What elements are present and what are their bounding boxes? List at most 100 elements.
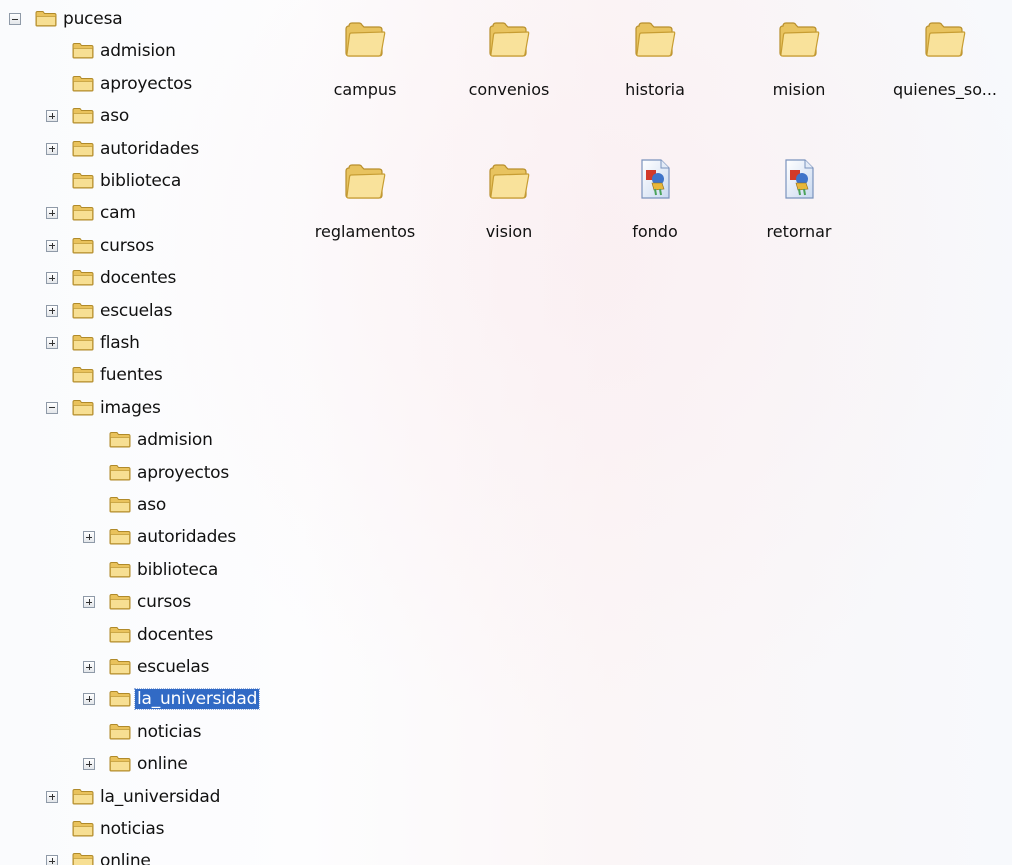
tree-item[interactable]: online [0,847,300,865]
tree-item[interactable]: cursos [0,588,300,616]
tree-item-label: cursos [137,592,192,613]
folder-icon [109,658,131,675]
folder-icon [777,20,821,64]
tree-item[interactable]: autoridades [0,523,300,551]
file-label: quienes_so... [892,80,997,99]
tree-item-label: images [100,397,161,418]
expand-icon[interactable] [83,693,95,706]
folder-icon [487,20,531,64]
tree-item[interactable]: aso [0,102,300,130]
tree-item[interactable]: cursos [0,232,300,260]
folder-icon [109,528,131,545]
expand-icon[interactable] [83,758,95,771]
tree-item-label: la_universidad [133,688,261,711]
tree-item-label: aso [137,495,167,515]
tree-item-label: escuelas [137,657,210,677]
collapse-icon[interactable] [46,401,58,414]
expand-icon[interactable] [46,207,58,220]
expand-icon[interactable] [83,596,95,609]
folder-icon [72,237,94,254]
tree-item[interactable]: biblioteca [0,167,300,195]
tree-item[interactable]: images [0,394,300,422]
folder-icon [109,561,131,578]
tree-item-label: admision [100,41,176,62]
tree-item[interactable]: docentes [0,621,300,649]
folder-icon [109,755,131,772]
tree-item-label: docentes [100,268,177,289]
file-label: vision [485,222,533,241]
file-label: convenios [468,80,550,99]
tree-item-label: cursos [100,235,155,256]
tree-item[interactable]: la_universidad [0,685,300,713]
file-label: campus [333,80,397,99]
tree-item-label: noticias [137,721,202,742]
expand-icon[interactable] [46,142,58,155]
tree-item-label: aproyectos [137,462,230,483]
tree-item-label: pucesa [63,9,123,29]
tree-item[interactable]: online [0,750,300,778]
tree-item[interactable]: aproyectos [0,459,300,487]
expand-icon[interactable] [46,110,58,123]
folder-icon [343,20,387,64]
folder-item[interactable]: vision [444,150,574,260]
folder-icon [487,162,531,206]
tree-item[interactable]: biblioteca [0,556,300,584]
expand-icon[interactable] [46,337,58,349]
expand-icon[interactable] [46,304,58,317]
folder-icon [72,204,94,221]
folder-icon [35,10,57,27]
folder-icon [72,852,94,865]
file-label: reglamentos [314,222,416,241]
tree-item-label: fuentes [100,365,163,386]
expand-icon[interactable] [46,790,58,803]
folder-icon [72,75,94,92]
folder-icon [109,690,131,707]
folder-icon [633,20,677,64]
tree-item[interactable]: escuelas [0,653,300,681]
tree-item[interactable]: noticias [0,815,300,843]
tree-item[interactable]: la_universidad [0,783,300,811]
image-file-item[interactable]: retornar [734,150,864,260]
folder-item[interactable]: quienes_so... [880,8,1010,118]
tree-item-label: noticias [100,819,165,839]
collapse-icon[interactable] [9,13,21,25]
tree-item[interactable]: pucesa [0,5,300,33]
tree-item[interactable]: admision [0,37,300,65]
expand-icon[interactable] [83,531,95,544]
tree-item[interactable]: autoridades [0,135,300,163]
tree-item[interactable]: aso [0,491,300,519]
folder-item[interactable]: convenios [444,8,574,118]
folder-icon [72,172,94,189]
file-label: retornar [766,222,832,241]
image-file-icon [782,158,816,204]
expand-icon[interactable] [83,661,95,673]
image-file-item[interactable]: fondo [590,150,720,260]
tree-item[interactable]: noticias [0,718,300,746]
expand-icon[interactable] [46,855,58,865]
tree-item[interactable]: admision [0,426,300,454]
tree-item-label: biblioteca [137,559,219,580]
folder-item[interactable]: mision [734,8,864,118]
tree-item-label: cam [100,203,136,224]
folder-tree: pucesa admision aproyectos aso autoridades bi… [0,0,300,865]
folder-item[interactable]: reglamentos [300,150,430,260]
tree-item-label: docentes [137,624,214,645]
folder-icon [109,496,131,513]
file-label: mision [772,80,826,99]
folder-icon [72,42,94,59]
folder-item[interactable]: campus [300,8,430,118]
folder-item[interactable]: historia [590,8,720,118]
expand-icon[interactable] [46,239,58,252]
folder-icon [72,107,94,124]
tree-item-label: online [100,851,151,865]
tree-item[interactable]: cam [0,199,300,227]
folder-icon [72,269,94,286]
tree-item[interactable]: fuentes [0,361,300,389]
tree-item-label: biblioteca [100,171,182,191]
expand-icon[interactable] [46,272,58,285]
tree-item[interactable]: escuelas [0,297,300,325]
tree-item[interactable]: docentes [0,264,300,292]
tree-item[interactable]: aproyectos [0,70,300,98]
tree-item[interactable]: flash [0,329,300,357]
folder-icon [72,334,94,351]
